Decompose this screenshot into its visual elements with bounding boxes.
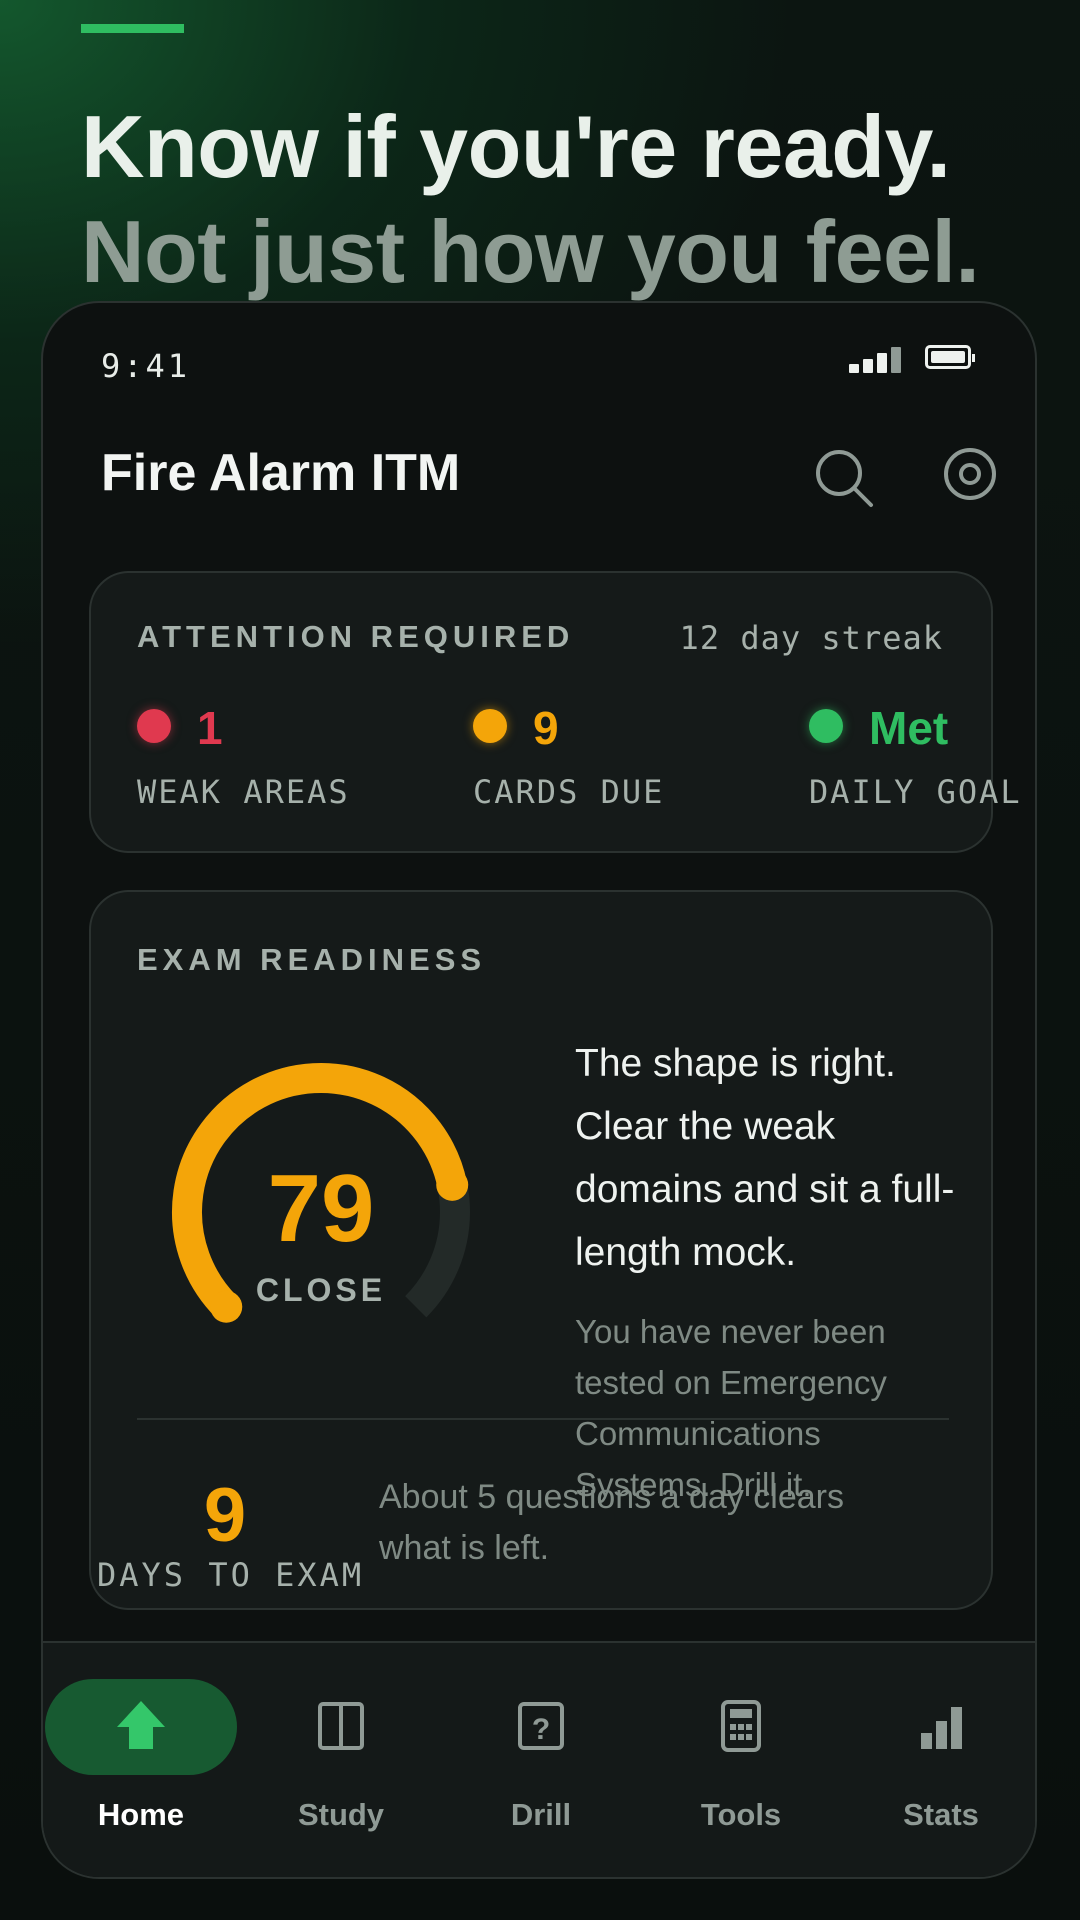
metric-value: Met bbox=[869, 702, 949, 754]
tab-stats[interactable]: Stats bbox=[843, 1643, 1035, 1843]
days-to-exam-label: DAYS TO EXAM bbox=[97, 1556, 365, 1594]
tab-study[interactable]: Study bbox=[243, 1643, 439, 1843]
tab-label: Study bbox=[297, 1797, 385, 1832]
battery-icon bbox=[925, 345, 975, 369]
streak-text: 12 day streak bbox=[679, 619, 943, 657]
hero-line-2: Not just how you feel. bbox=[81, 202, 980, 301]
book-icon bbox=[318, 1702, 364, 1750]
phone-frame: 9:41 Fire Alarm ITM ATTENTION REQUIRED 1… bbox=[41, 301, 1037, 1879]
readiness-headline: The shape is right. Clear the weak domai… bbox=[575, 1042, 955, 1274]
readiness-band: CLOSE bbox=[255, 1272, 387, 1308]
bottom-tab-bar: Home Study ? Drill Tools Stats bbox=[43, 1641, 1035, 1877]
app-title: Fire Alarm ITM bbox=[101, 444, 461, 502]
signal-icon bbox=[849, 345, 907, 373]
question-icon: ? bbox=[518, 1702, 564, 1750]
metric-value: 1 bbox=[197, 702, 223, 754]
tab-tools[interactable]: Tools bbox=[643, 1643, 839, 1843]
svg-text:?: ? bbox=[532, 1713, 550, 1746]
metric-label: DAILY GOAL bbox=[809, 773, 1022, 811]
tab-drill[interactable]: ? Drill bbox=[443, 1643, 639, 1843]
accent-bar bbox=[81, 24, 184, 33]
red-status-dot bbox=[137, 709, 171, 743]
bar-chart-icon bbox=[921, 1707, 962, 1749]
calculator-icon bbox=[721, 1700, 761, 1752]
tab-label: Home bbox=[97, 1797, 185, 1832]
divider bbox=[137, 1418, 949, 1420]
metric-value: 9 bbox=[533, 702, 559, 754]
attention-label: ATTENTION REQUIRED bbox=[137, 619, 575, 654]
tab-label: Tools bbox=[700, 1797, 782, 1832]
attention-card[interactable]: ATTENTION REQUIRED 12 day streak 1 WEAK … bbox=[89, 571, 1020, 853]
readiness-score: 79 bbox=[267, 1155, 375, 1262]
settings-icon[interactable] bbox=[941, 445, 999, 503]
green-status-dot bbox=[809, 709, 843, 743]
tab-label: Stats bbox=[903, 1797, 979, 1832]
tab-label: Drill bbox=[510, 1797, 572, 1832]
tab-home[interactable]: Home bbox=[43, 1643, 239, 1843]
metric-label: WEAK AREAS bbox=[137, 773, 350, 811]
status-time: 9:41 bbox=[101, 347, 191, 385]
exam-readiness-card[interactable]: EXAM READINESS 79 CLOSE The shape is rig… bbox=[89, 890, 993, 1610]
amber-status-dot bbox=[473, 709, 507, 743]
hero-line-1: Know if you're ready. bbox=[81, 97, 951, 196]
days-to-exam-text: About 5 questions a day clears what is l… bbox=[379, 1478, 844, 1567]
metric-label: CARDS DUE bbox=[473, 773, 665, 811]
readiness-label: EXAM READINESS bbox=[137, 942, 487, 977]
search-icon[interactable] bbox=[813, 447, 879, 513]
days-to-exam-value: 9 bbox=[203, 1473, 247, 1558]
hero-heading: Know if you're ready. Not just how you f… bbox=[81, 94, 980, 304]
home-icon bbox=[117, 1701, 165, 1749]
